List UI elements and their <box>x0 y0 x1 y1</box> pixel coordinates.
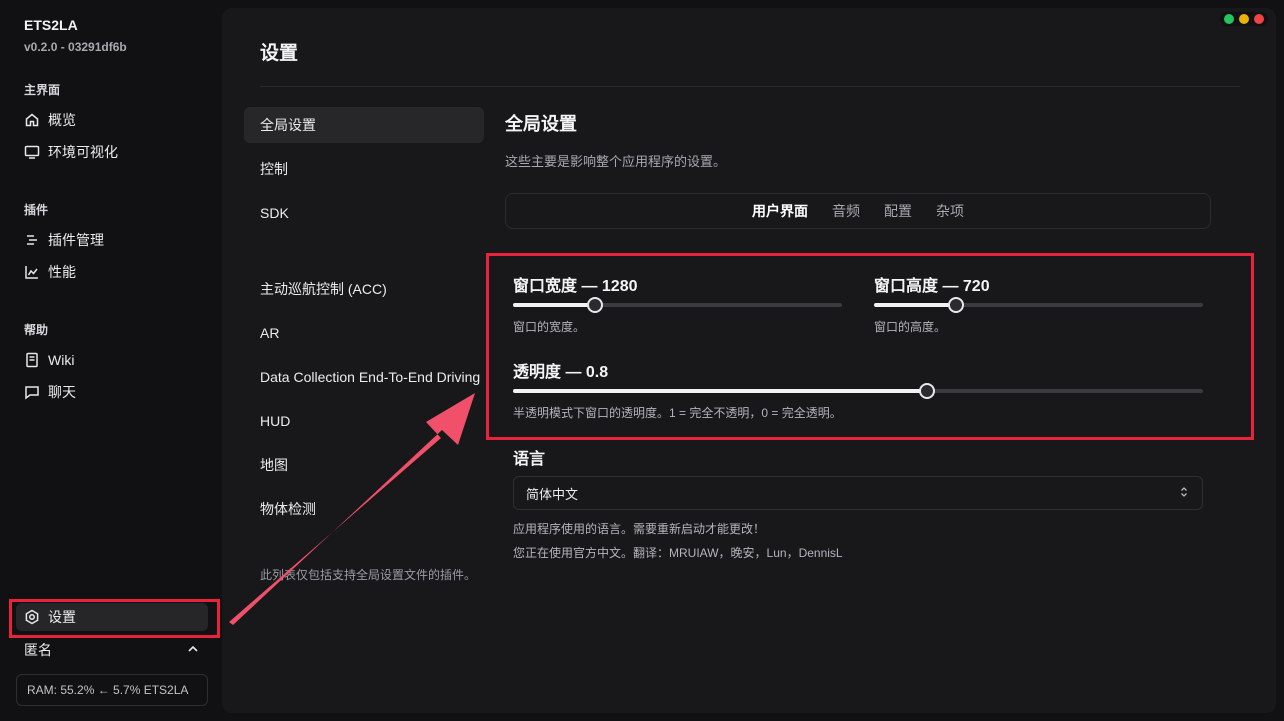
section-title-main: 主界面 <box>24 83 61 97</box>
chevron-up-icon <box>186 642 200 659</box>
sidebar-item-label: 性能 <box>48 264 76 280</box>
language-label: 语言 <box>513 451 546 468</box>
book-icon <box>24 352 40 368</box>
highlight-box-sliders <box>486 253 1254 440</box>
app-version: v0.2.0 - 03291df6b <box>24 40 127 54</box>
window-controls <box>1220 12 1268 26</box>
page-title: 设置 <box>260 43 299 64</box>
highlight-box-settings <box>9 599 220 638</box>
subnav-item-data-collection[interactable]: Data Collection End-To-End Driving <box>244 359 484 395</box>
subnav-item-global[interactable]: 全局设置 <box>244 107 484 143</box>
subnav-item-object-detection[interactable]: 物体检测 <box>244 491 484 527</box>
subnav-item-acc[interactable]: 主动巡航控制 (ACC) <box>244 271 484 307</box>
tab-misc[interactable]: 杂项 <box>936 201 964 221</box>
close-dot[interactable] <box>1254 14 1264 24</box>
language-description: 应用程序使用的语言。需要重新启动才能更改！ <box>513 522 766 536</box>
list-icon <box>24 232 40 248</box>
sidebar-item-label: 环境可视化 <box>48 144 118 160</box>
minimize-dot[interactable] <box>1239 14 1249 24</box>
language-selected-value: 简体中文 <box>526 486 579 502</box>
subnav-item-map[interactable]: 地图 <box>244 447 484 483</box>
sidebar-item-label: 聊天 <box>48 384 76 400</box>
home-icon <box>24 112 40 128</box>
chat-icon <box>24 384 40 400</box>
sidebar-item-visualization[interactable]: 环境可视化 <box>16 138 208 166</box>
section-title-plugins: 插件 <box>24 203 49 217</box>
subnav-item-hud[interactable]: HUD <box>244 403 484 439</box>
language-select[interactable]: 简体中文 <box>513 476 1203 510</box>
tab-config[interactable]: 配置 <box>884 201 912 221</box>
sidebar-item-chat[interactable]: 聊天 <box>16 378 208 406</box>
app-name: ETS2LA <box>24 17 78 33</box>
user-menu[interactable]: 匿名 <box>24 640 200 660</box>
chart-icon <box>24 264 40 280</box>
section-title-help: 帮助 <box>24 323 49 337</box>
subnav-item-sdk[interactable]: SDK <box>244 195 484 231</box>
tab-ui[interactable]: 用户界面 <box>752 201 808 221</box>
sidebar-item-overview[interactable]: 概览 <box>16 106 208 134</box>
monitor-icon <box>24 144 40 160</box>
tab-audio[interactable]: 音频 <box>832 201 860 221</box>
subnav-item-ar[interactable]: AR <box>244 315 484 351</box>
subnav-item-control[interactable]: 控制 <box>244 151 484 187</box>
chevrons-up-down-icon <box>1178 486 1190 501</box>
section-description: 这些主要是影响整个应用程序的设置。 <box>505 154 727 169</box>
sidebar-item-label: Wiki <box>48 352 75 368</box>
section-title: 全局设置 <box>505 114 577 134</box>
subnav-note: 此列表仅包括支持全局设置文件的插件。 <box>260 568 477 582</box>
sidebar-item-label: 概览 <box>48 112 76 128</box>
settings-tabs: 用户界面 音频 配置 杂项 <box>505 193 1211 229</box>
user-name: 匿名 <box>24 642 52 658</box>
sidebar-item-performance[interactable]: 性能 <box>16 258 208 286</box>
sidebar-item-label: 插件管理 <box>48 232 104 248</box>
maximize-dot[interactable] <box>1224 14 1234 24</box>
language-credits: 您正在使用官方中文。翻译：MRUIAW，晚安，Lun，DennisL <box>513 546 843 560</box>
sidebar-item-plugin-manager[interactable]: 插件管理 <box>16 226 208 254</box>
ram-status: RAM: 55.2% ← 5.7% ETS2LA <box>16 674 208 706</box>
sidebar-item-wiki[interactable]: Wiki <box>16 346 208 374</box>
